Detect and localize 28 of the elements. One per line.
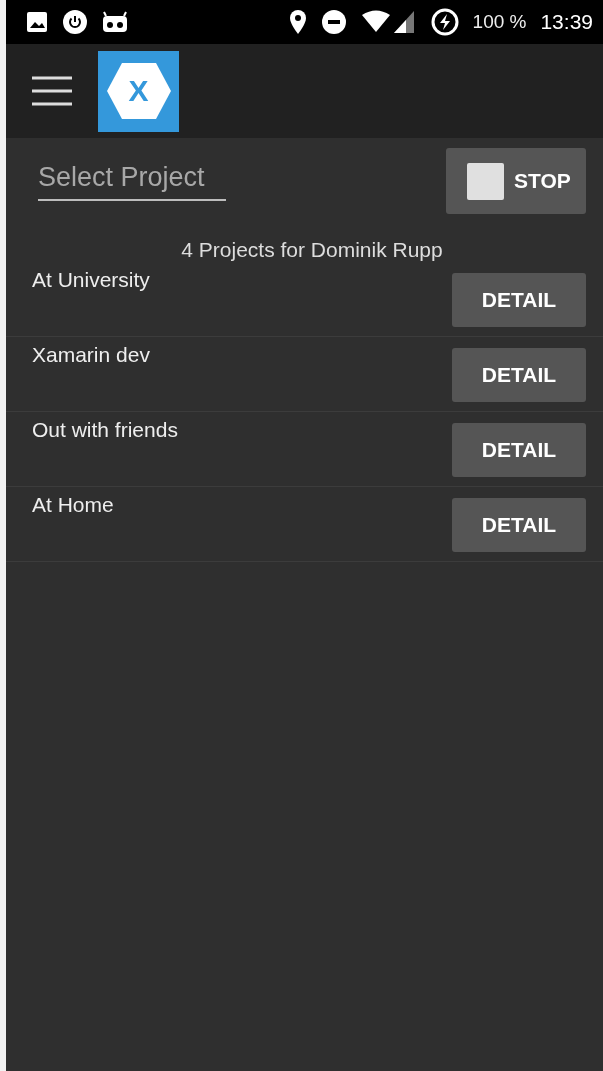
stop-button[interactable]: STOP bbox=[446, 148, 586, 214]
detail-button[interactable]: DETAIL bbox=[452, 423, 586, 477]
projects-header: 4 Projects for Dominik Rupp bbox=[180, 238, 444, 262]
project-row[interactable]: Xamarin dev DETAIL bbox=[6, 337, 603, 412]
project-row[interactable]: At Home DETAIL bbox=[6, 487, 603, 562]
do-not-disturb-icon bbox=[320, 9, 347, 35]
detail-button[interactable]: DETAIL bbox=[452, 348, 586, 402]
project-row[interactable]: At University DETAIL bbox=[6, 262, 603, 337]
project-row[interactable]: Out with friends DETAIL bbox=[6, 412, 603, 487]
battery-percentage: 100 % bbox=[472, 11, 527, 33]
battery-charging-icon bbox=[430, 8, 459, 36]
project-name: At University bbox=[32, 268, 150, 292]
wifi-cellular-icon bbox=[360, 9, 417, 35]
location-pin-icon bbox=[288, 9, 307, 35]
clock-time: 13:39 bbox=[540, 10, 593, 34]
detail-button[interactable]: DETAIL bbox=[452, 498, 586, 552]
detail-button[interactable]: DETAIL bbox=[452, 273, 586, 327]
power-icon bbox=[62, 9, 88, 35]
image-icon bbox=[26, 11, 48, 33]
menu-icon[interactable] bbox=[32, 76, 72, 106]
project-picker[interactable]: Select Project bbox=[38, 161, 226, 201]
project-name: Xamarin dev bbox=[32, 343, 150, 367]
stop-icon bbox=[467, 162, 504, 200]
project-name: Out with friends bbox=[32, 418, 178, 442]
hexagon-icon bbox=[105, 62, 172, 120]
robot-icon bbox=[102, 11, 128, 33]
project-name: At Home bbox=[32, 493, 114, 517]
logo-letter: X bbox=[128, 76, 149, 106]
